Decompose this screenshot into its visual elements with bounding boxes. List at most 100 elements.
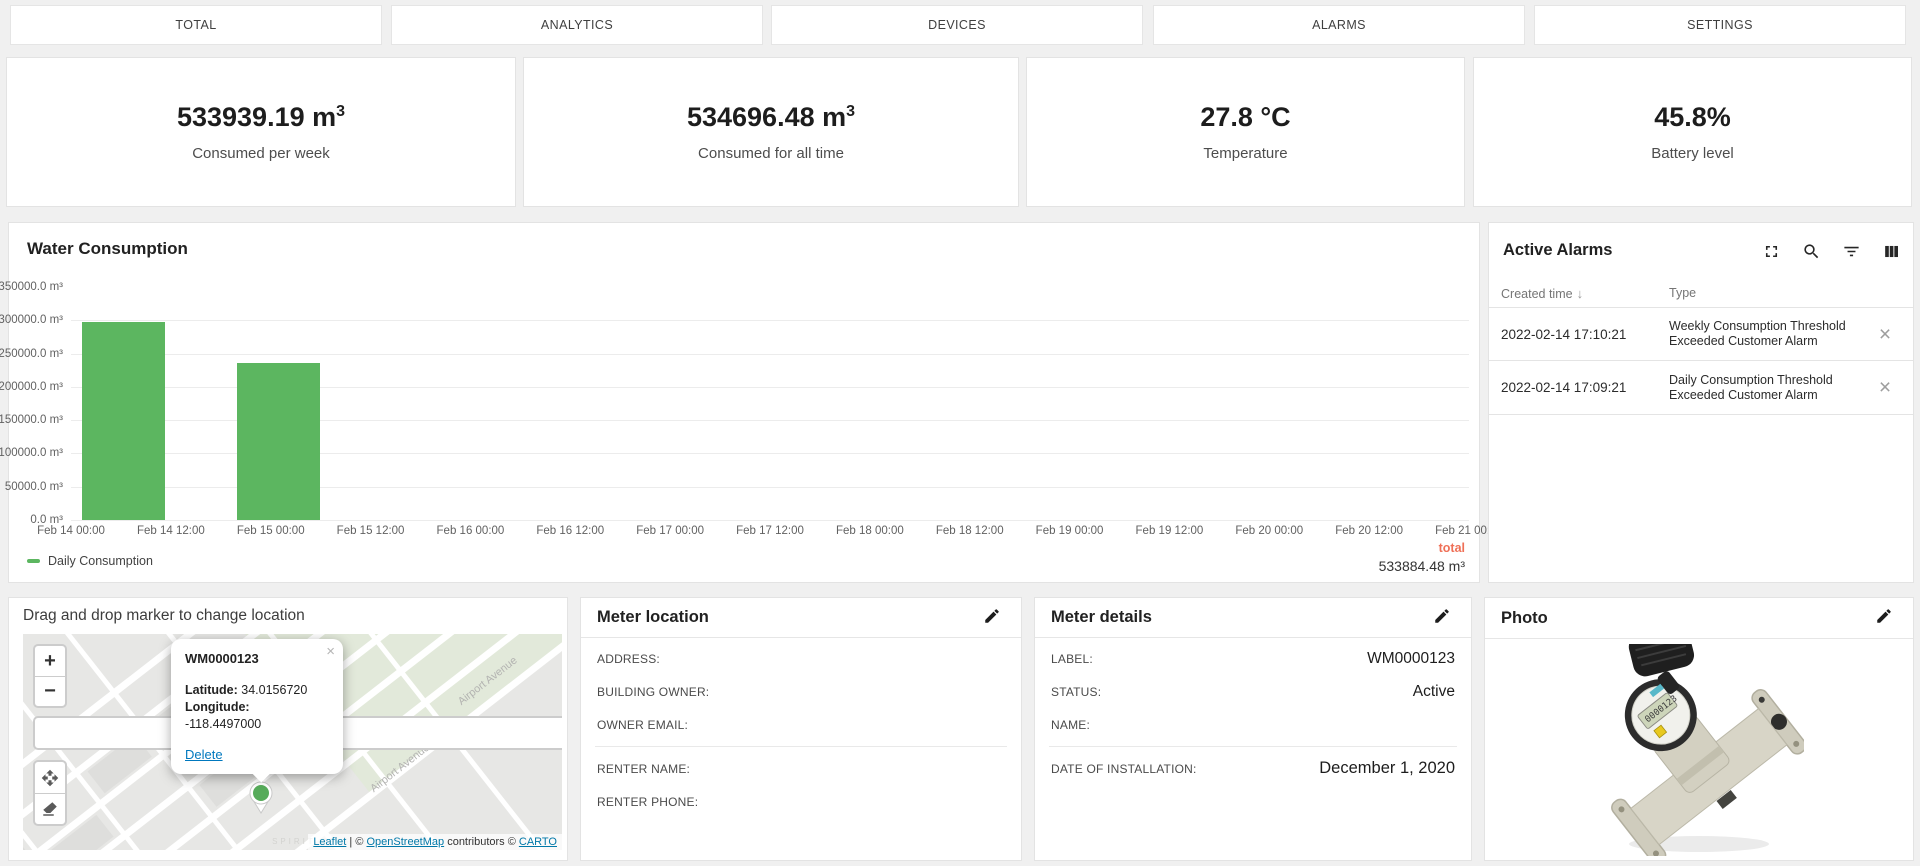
- carto-link[interactable]: CARTO: [519, 836, 557, 848]
- popup-delete-link[interactable]: Delete: [185, 747, 223, 762]
- alarm-created-time: 2022-02-14 17:09:21: [1501, 380, 1669, 395]
- water-meter-image: 0000123: [1594, 644, 1804, 856]
- alarm-created-time: 2022-02-14 17:10:21: [1501, 327, 1669, 342]
- tab-devices[interactable]: DEVICES: [771, 5, 1143, 45]
- map-zoom-control: + −: [33, 644, 67, 708]
- alarm-type: Weekly Consumption Threshold Exceeded Cu…: [1669, 319, 1865, 349]
- tab-analytics[interactable]: ANALYTICS: [391, 5, 763, 45]
- gridline: [71, 520, 1469, 521]
- eraser-icon: [41, 800, 59, 818]
- sort-desc-icon: ↓: [1577, 286, 1584, 301]
- columns-icon[interactable]: [1881, 241, 1901, 261]
- chart-plot-area: [71, 287, 1469, 520]
- x-tick: Feb 17 12:00: [736, 525, 804, 537]
- x-tick: Feb 15 00:00: [237, 525, 305, 537]
- marker-pin-icon: [247, 780, 275, 814]
- stat-label: Consumed for all time: [698, 145, 844, 162]
- openstreetmap-link[interactable]: OpenStreetMap: [366, 836, 444, 848]
- map-attribution: Leaflet | © OpenStreetMap contributors ©…: [308, 834, 562, 850]
- tab-total[interactable]: TOTAL: [10, 5, 382, 45]
- gridline: [71, 320, 1469, 321]
- tab-settings[interactable]: SETTINGS: [1534, 5, 1906, 45]
- x-tick: Feb 14 00:00: [37, 525, 105, 537]
- x-tick: Feb 19 00:00: [1036, 525, 1104, 537]
- map-title: Drag and drop marker to change location: [23, 607, 305, 625]
- drag-marker-button[interactable]: [35, 762, 65, 793]
- chart-x-axis: Feb 14 00:00 Feb 14 12:00 Feb 15 00:00 F…: [71, 525, 1469, 541]
- alarms-toolbar: [1761, 241, 1901, 261]
- filter-icon[interactable]: [1841, 241, 1861, 261]
- stat-value: 533939.19 m3: [177, 102, 345, 133]
- tab-alarms[interactable]: ALARMS: [1153, 5, 1525, 45]
- legend-swatch: [27, 559, 40, 563]
- pencil-icon: [1875, 607, 1893, 625]
- alarm-clear-icon[interactable]: ×: [1865, 324, 1905, 345]
- meter-details-card: Meter details LABEL:WM0000123 STATUS:Act…: [1034, 597, 1472, 861]
- popup-longitude: Longitude: -118.4497000: [185, 699, 329, 733]
- bar-feb-15[interactable]: [237, 363, 319, 520]
- meter-location-card: Meter location ADDRESS: BUILDING OWNER: …: [580, 597, 1022, 861]
- move-icon: [41, 769, 59, 787]
- popup-close-icon[interactable]: ×: [326, 643, 335, 660]
- zoom-out-button[interactable]: −: [35, 676, 65, 706]
- edit-location-button[interactable]: [983, 607, 1005, 629]
- y-tick: 150000.0 m³: [0, 414, 63, 426]
- chart-title: Water Consumption: [27, 239, 188, 259]
- alarm-clear-icon[interactable]: ×: [1865, 377, 1905, 398]
- gridline: [71, 354, 1469, 355]
- x-tick: Feb 20 00:00: [1235, 525, 1303, 537]
- leaflet-link[interactable]: Leaflet: [313, 836, 346, 848]
- chart-total-block: total 533884.48 m³: [1379, 541, 1465, 574]
- alarm-row[interactable]: 2022-02-14 17:09:21 Daily Consumption Th…: [1489, 361, 1913, 415]
- search-icon[interactable]: [1801, 241, 1821, 261]
- map-canvas[interactable]: 28th St Airport Avenue Airport Avenue SP…: [23, 634, 562, 850]
- y-tick: 250000.0 m³: [0, 348, 63, 360]
- legend-item-daily-consumption[interactable]: Daily Consumption: [27, 554, 153, 568]
- field-owner-email: OWNER EMAIL:: [597, 708, 1005, 741]
- total-label: total: [1379, 541, 1465, 555]
- popup-latitude: Latitude: 34.0156720: [185, 682, 329, 699]
- x-tick: Feb 14 12:00: [137, 525, 205, 537]
- stat-value: 45.8%: [1654, 102, 1731, 133]
- tab-label: ALARMS: [1312, 18, 1366, 32]
- column-type[interactable]: Type: [1669, 286, 1865, 300]
- y-tick: 350000.0 m³: [0, 281, 63, 293]
- x-tick: Feb 17 00:00: [636, 525, 704, 537]
- zoom-in-button[interactable]: +: [35, 646, 65, 676]
- stat-card-consumed-all-time: 534696.48 m3 Consumed for all time: [523, 57, 1019, 207]
- column-created-time[interactable]: Created time↓: [1501, 286, 1669, 301]
- erase-button[interactable]: [35, 793, 65, 824]
- fullscreen-icon[interactable]: [1761, 241, 1781, 261]
- stat-card-temperature: 27.8 °C Temperature: [1026, 57, 1465, 207]
- stat-value: 27.8 °C: [1200, 102, 1290, 133]
- alarm-type: Daily Consumption Threshold Exceeded Cus…: [1669, 373, 1865, 403]
- tab-label: DEVICES: [928, 18, 986, 32]
- legend-label: Daily Consumption: [48, 554, 153, 568]
- stat-label: Consumed per week: [192, 145, 330, 162]
- popup-title: WM0000123: [185, 651, 329, 666]
- x-tick: Feb 20 12:00: [1335, 525, 1403, 537]
- pencil-icon: [983, 607, 1001, 625]
- x-tick: Feb 16 12:00: [536, 525, 604, 537]
- x-tick: Feb 15 12:00: [337, 525, 405, 537]
- photo-card: Photo 0000123: [1484, 597, 1914, 861]
- meter-location-title: Meter location: [597, 608, 709, 627]
- edit-photo-button[interactable]: [1875, 607, 1897, 629]
- meter-photo: 0000123: [1485, 639, 1913, 860]
- field-address: ADDRESS:: [597, 642, 1005, 675]
- chart-y-axis: 350000.0 m³ 300000.0 m³ 250000.0 m³ 2000…: [9, 287, 63, 520]
- edit-details-button[interactable]: [1433, 607, 1455, 629]
- stat-card-consumed-week: 533939.19 m3 Consumed per week: [6, 57, 516, 207]
- tab-label: ANALYTICS: [541, 18, 613, 32]
- stat-label: Temperature: [1203, 145, 1287, 162]
- alarms-title: Active Alarms: [1503, 241, 1612, 260]
- alarm-row[interactable]: 2022-02-14 17:10:21 Weekly Consumption T…: [1489, 307, 1913, 361]
- map-marker[interactable]: [247, 780, 275, 814]
- total-value: 533884.48 m³: [1379, 558, 1465, 574]
- x-tick: Feb 19 12:00: [1136, 525, 1204, 537]
- divider: [1049, 746, 1457, 747]
- field-label: LABEL:WM0000123: [1051, 642, 1455, 675]
- bar-feb-14[interactable]: [82, 322, 164, 520]
- divider: [595, 746, 1007, 747]
- y-tick: 50000.0 m³: [5, 481, 63, 493]
